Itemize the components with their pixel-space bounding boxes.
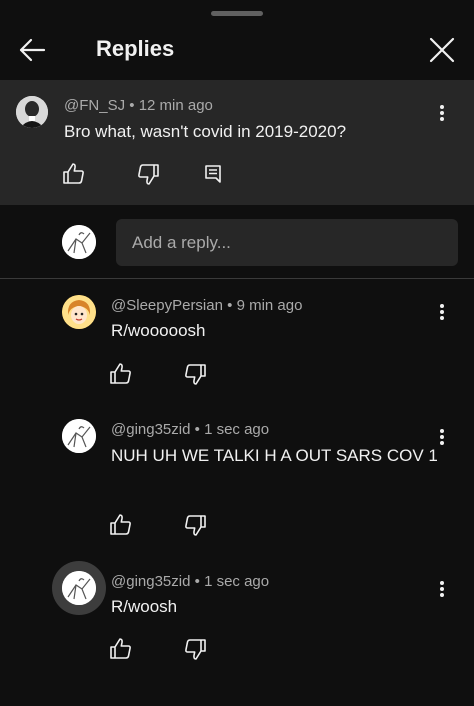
thumbs-down-icon: [138, 164, 159, 185]
avatar[interactable]: [62, 295, 96, 329]
more-options-button[interactable]: [432, 425, 452, 449]
comment-time: 12 min ago: [138, 97, 213, 114]
replies-header: Replies: [0, 22, 474, 78]
comment-time: 9 min ago: [236, 297, 303, 314]
comment-meta: @ging35zid • 1 sec ago: [111, 421, 269, 438]
thumbs-down-icon: [185, 364, 206, 385]
thumbs-up-icon: [110, 638, 131, 659]
comment-text: Bro what, wasn't covid in 2019-2020?: [64, 122, 347, 141]
close-button[interactable]: [424, 32, 460, 68]
more-options-button[interactable]: [432, 300, 452, 324]
like-button[interactable]: [108, 636, 134, 662]
comment-meta: @SleepyPersian • 9 min ago: [111, 297, 302, 314]
comment-text: NUH UH WE TALKI H A OUT SARS COV 1: [111, 446, 438, 465]
page-title: Replies: [96, 36, 175, 61]
thumbs-down-icon: [185, 639, 206, 660]
thumbs-down-icon: [185, 515, 206, 536]
arrow-left-icon: [19, 38, 46, 62]
comment-meta: @FN_SJ • 12 min ago: [64, 97, 213, 114]
comment-text: R/woosh: [111, 597, 178, 616]
avatar-image: [62, 419, 96, 453]
avatar-image: [62, 571, 96, 605]
dislike-button[interactable]: [182, 636, 208, 662]
avatar[interactable]: [16, 96, 48, 128]
reply-compose: Add a reply...: [0, 205, 474, 279]
comment-author[interactable]: @ging35zid: [111, 573, 190, 590]
dislike-button[interactable]: [182, 512, 208, 538]
meta-separator: •: [227, 297, 233, 314]
like-button[interactable]: [61, 161, 87, 187]
meta-separator: •: [194, 421, 200, 438]
comment-author[interactable]: @SleepyPersian: [111, 297, 223, 314]
comment-text: R/wooooosh: [111, 321, 206, 340]
avatar-image: [16, 96, 48, 128]
dislike-button[interactable]: [135, 161, 161, 187]
back-button[interactable]: [14, 32, 50, 68]
meta-separator: •: [194, 573, 200, 590]
thumbs-up-icon: [110, 363, 131, 384]
comment-author[interactable]: @FN_SJ: [64, 97, 125, 114]
close-icon: [429, 37, 455, 63]
meta-separator: •: [129, 97, 135, 114]
avatar: [62, 225, 96, 259]
comment-time: 1 sec ago: [204, 573, 270, 590]
avatar-image: [62, 225, 96, 259]
comment-icon: [205, 165, 221, 183]
thumbs-up-icon: [63, 163, 84, 184]
comment-author[interactable]: @ging35zid: [111, 421, 190, 438]
like-button[interactable]: [108, 361, 134, 387]
sheet-drag-handle[interactable]: [211, 11, 263, 16]
more-options-button[interactable]: [432, 577, 452, 601]
reply-input[interactable]: Add a reply...: [116, 219, 458, 266]
more-options-button[interactable]: [432, 101, 452, 125]
thumbs-up-icon: [110, 514, 131, 535]
reply-button[interactable]: [200, 161, 226, 187]
comment-time: 1 sec ago: [204, 421, 270, 438]
comment-meta: @ging35zid • 1 sec ago: [111, 573, 269, 590]
dislike-button[interactable]: [182, 361, 208, 387]
avatar[interactable]: [62, 419, 96, 453]
like-button[interactable]: [108, 512, 134, 538]
avatar[interactable]: [62, 571, 96, 605]
parent-comment: @FN_SJ • 12 min ago Bro what, wasn't cov…: [0, 80, 474, 205]
avatar-image: [62, 295, 96, 329]
